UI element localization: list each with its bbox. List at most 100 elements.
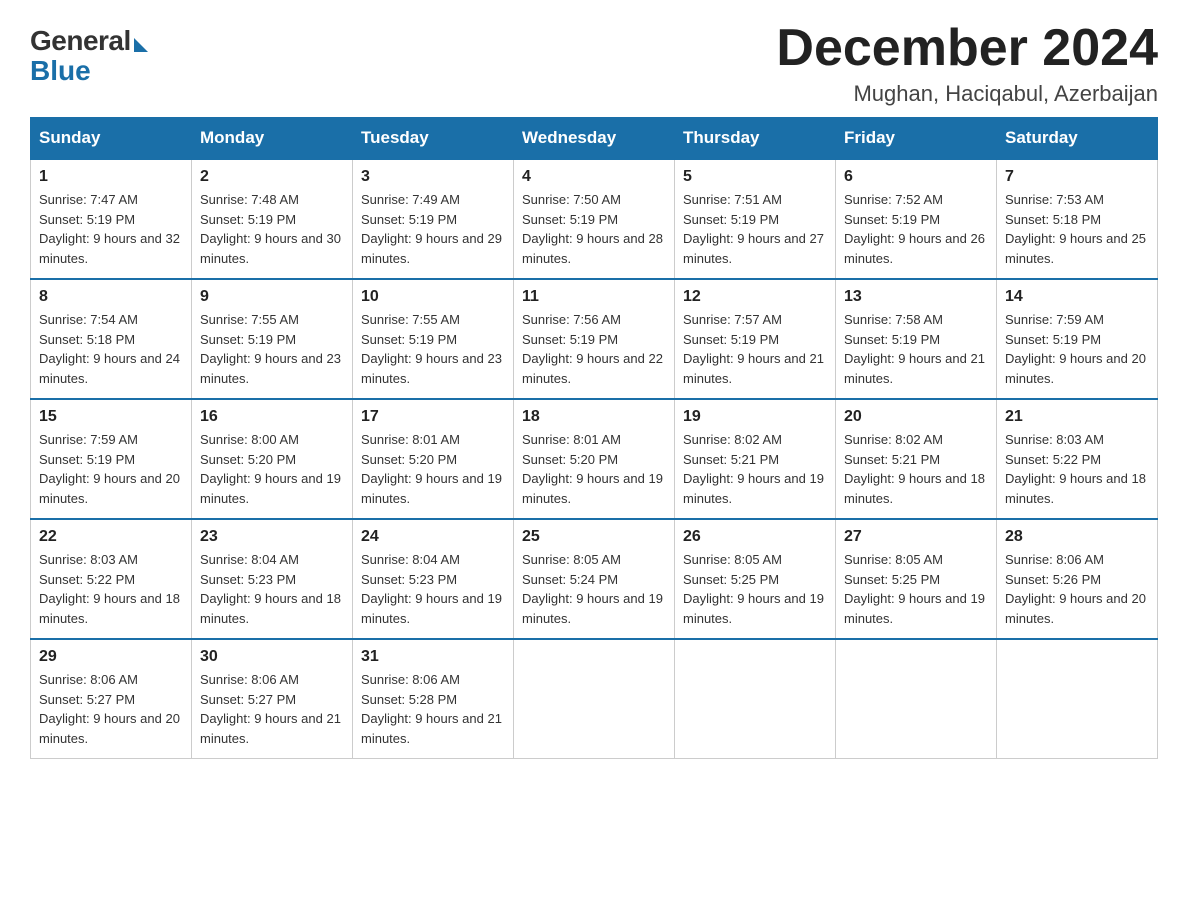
day-info: Sunrise: 8:02 AMSunset: 5:21 PMDaylight:… (844, 430, 988, 508)
day-info: Sunrise: 8:03 AMSunset: 5:22 PMDaylight:… (1005, 430, 1149, 508)
day-number: 19 (683, 408, 827, 426)
calendar-day-cell: 8Sunrise: 7:54 AMSunset: 5:18 PMDaylight… (31, 279, 192, 399)
calendar-week-row: 1 Sunrise: 7:47 AMSunset: 5:19 PMDaylight… (31, 159, 1158, 279)
day-info: Sunrise: 8:01 AMSunset: 5:20 PMDaylight:… (361, 430, 505, 508)
logo: General Blue (30, 20, 148, 87)
day-number: 15 (39, 408, 183, 426)
calendar-day-cell: 23 Sunrise: 8:04 AMSunset: 5:23 PMDayligh… (192, 519, 353, 639)
day-number: 7 (1005, 168, 1149, 186)
day-info: Sunrise: 8:00 AMSunset: 5:20 PMDaylight:… (200, 430, 344, 508)
day-info: Sunrise: 7:50 AMSunset: 5:19 PMDaylight:… (522, 190, 666, 268)
day-info: Sunrise: 8:04 AMSunset: 5:23 PMDaylight:… (361, 550, 505, 628)
day-info: Sunrise: 7:57 AMSunset: 5:19 PMDaylight:… (683, 310, 827, 388)
calendar-day-cell: 4 Sunrise: 7:50 AMSunset: 5:19 PMDaylight… (514, 159, 675, 279)
day-info: Sunrise: 7:56 AMSunset: 5:19 PMDaylight:… (522, 310, 666, 388)
calendar-day-cell: 6Sunrise: 7:52 AMSunset: 5:19 PMDaylight… (836, 159, 997, 279)
calendar-day-cell: 16 Sunrise: 8:00 AMSunset: 5:20 PMDayligh… (192, 399, 353, 519)
location-title: Mughan, Haciqabul, Azerbaijan (776, 81, 1158, 107)
day-number: 1 (39, 168, 183, 186)
day-info: Sunrise: 7:49 AMSunset: 5:19 PMDaylight:… (361, 190, 505, 268)
day-info: Sunrise: 8:06 AMSunset: 5:28 PMDaylight:… (361, 670, 505, 748)
logo-arrow-icon (134, 38, 148, 52)
header-wednesday: Wednesday (514, 118, 675, 160)
header-saturday: Saturday (997, 118, 1158, 160)
day-info: Sunrise: 8:01 AMSunset: 5:20 PMDaylight:… (522, 430, 666, 508)
calendar-day-cell: 13Sunrise: 7:58 AMSunset: 5:19 PMDayligh… (836, 279, 997, 399)
day-number: 16 (200, 408, 344, 426)
header-sunday: Sunday (31, 118, 192, 160)
calendar-day-cell: 28Sunrise: 8:06 AMSunset: 5:26 PMDayligh… (997, 519, 1158, 639)
calendar-week-row: 22 Sunrise: 8:03 AMSunset: 5:22 PMDayligh… (31, 519, 1158, 639)
day-number: 18 (522, 408, 666, 426)
title-block: December 2024 Mughan, Haciqabul, Azerbai… (776, 20, 1158, 107)
day-number: 25 (522, 528, 666, 546)
calendar-day-cell: 21 Sunrise: 8:03 AMSunset: 5:22 PMDayligh… (997, 399, 1158, 519)
calendar-day-cell: 10 Sunrise: 7:55 AMSunset: 5:19 PMDayligh… (353, 279, 514, 399)
day-info: Sunrise: 7:52 AMSunset: 5:19 PMDaylight:… (844, 190, 988, 268)
day-number: 22 (39, 528, 183, 546)
calendar-day-cell: 1 Sunrise: 7:47 AMSunset: 5:19 PMDaylight… (31, 159, 192, 279)
calendar-day-cell: 9Sunrise: 7:55 AMSunset: 5:19 PMDaylight… (192, 279, 353, 399)
calendar-week-row: 15 Sunrise: 7:59 AMSunset: 5:19 PMDayligh… (31, 399, 1158, 519)
calendar-day-cell: 3 Sunrise: 7:49 AMSunset: 5:19 PMDaylight… (353, 159, 514, 279)
header-monday: Monday (192, 118, 353, 160)
day-number: 11 (522, 288, 666, 306)
calendar-day-cell: 5Sunrise: 7:51 AMSunset: 5:19 PMDaylight… (675, 159, 836, 279)
calendar-day-cell: 26 Sunrise: 8:05 AMSunset: 5:25 PMDayligh… (675, 519, 836, 639)
day-info: Sunrise: 7:55 AMSunset: 5:19 PMDaylight:… (361, 310, 505, 388)
day-number: 27 (844, 528, 988, 546)
day-info: Sunrise: 8:05 AMSunset: 5:25 PMDaylight:… (844, 550, 988, 628)
day-info: Sunrise: 7:51 AMSunset: 5:19 PMDaylight:… (683, 190, 827, 268)
day-info: Sunrise: 8:05 AMSunset: 5:24 PMDaylight:… (522, 550, 666, 628)
calendar-header-row: SundayMondayTuesdayWednesdayThursdayFrid… (31, 118, 1158, 160)
day-info: Sunrise: 8:04 AMSunset: 5:23 PMDaylight:… (200, 550, 344, 628)
calendar-day-cell: 30 Sunrise: 8:06 AMSunset: 5:27 PMDayligh… (192, 639, 353, 759)
day-info: Sunrise: 7:48 AMSunset: 5:19 PMDaylight:… (200, 190, 344, 268)
calendar-day-cell: 2 Sunrise: 7:48 AMSunset: 5:19 PMDaylight… (192, 159, 353, 279)
calendar-day-cell: 19 Sunrise: 8:02 AMSunset: 5:21 PMDayligh… (675, 399, 836, 519)
day-info: Sunrise: 7:47 AMSunset: 5:19 PMDaylight:… (39, 190, 183, 268)
day-number: 2 (200, 168, 344, 186)
calendar-empty-cell (675, 639, 836, 759)
day-number: 29 (39, 648, 183, 666)
calendar-day-cell: 27 Sunrise: 8:05 AMSunset: 5:25 PMDayligh… (836, 519, 997, 639)
month-title: December 2024 (776, 20, 1158, 77)
header-tuesday: Tuesday (353, 118, 514, 160)
calendar-day-cell: 22 Sunrise: 8:03 AMSunset: 5:22 PMDayligh… (31, 519, 192, 639)
day-number: 9 (200, 288, 344, 306)
day-number: 8 (39, 288, 183, 306)
day-number: 26 (683, 528, 827, 546)
calendar-day-cell: 20Sunrise: 8:02 AMSunset: 5:21 PMDayligh… (836, 399, 997, 519)
day-number: 4 (522, 168, 666, 186)
day-info: Sunrise: 7:58 AMSunset: 5:19 PMDaylight:… (844, 310, 988, 388)
calendar-day-cell: 18 Sunrise: 8:01 AMSunset: 5:20 PMDayligh… (514, 399, 675, 519)
day-number: 21 (1005, 408, 1149, 426)
header-thursday: Thursday (675, 118, 836, 160)
calendar-day-cell: 25 Sunrise: 8:05 AMSunset: 5:24 PMDayligh… (514, 519, 675, 639)
day-info: Sunrise: 8:06 AMSunset: 5:27 PMDaylight:… (200, 670, 344, 748)
day-info: Sunrise: 8:05 AMSunset: 5:25 PMDaylight:… (683, 550, 827, 628)
calendar-day-cell: 14Sunrise: 7:59 AMSunset: 5:19 PMDayligh… (997, 279, 1158, 399)
calendar-day-cell: 17 Sunrise: 8:01 AMSunset: 5:20 PMDayligh… (353, 399, 514, 519)
calendar-week-row: 8Sunrise: 7:54 AMSunset: 5:18 PMDaylight… (31, 279, 1158, 399)
day-info: Sunrise: 8:02 AMSunset: 5:21 PMDaylight:… (683, 430, 827, 508)
day-number: 14 (1005, 288, 1149, 306)
day-number: 31 (361, 648, 505, 666)
page-header: General Blue December 2024 Mughan, Haciq… (30, 20, 1158, 107)
day-info: Sunrise: 8:06 AMSunset: 5:26 PMDaylight:… (1005, 550, 1149, 628)
day-number: 10 (361, 288, 505, 306)
calendar-day-cell: 11 Sunrise: 7:56 AMSunset: 5:19 PMDayligh… (514, 279, 675, 399)
day-number: 23 (200, 528, 344, 546)
calendar-empty-cell (836, 639, 997, 759)
logo-blue-text: Blue (30, 55, 91, 87)
day-number: 30 (200, 648, 344, 666)
day-info: Sunrise: 7:59 AMSunset: 5:19 PMDaylight:… (39, 430, 183, 508)
day-info: Sunrise: 8:03 AMSunset: 5:22 PMDaylight:… (39, 550, 183, 628)
day-info: Sunrise: 8:06 AMSunset: 5:27 PMDaylight:… (39, 670, 183, 748)
calendar-day-cell: 15 Sunrise: 7:59 AMSunset: 5:19 PMDayligh… (31, 399, 192, 519)
day-number: 17 (361, 408, 505, 426)
calendar-day-cell: 7Sunrise: 7:53 AMSunset: 5:18 PMDaylight… (997, 159, 1158, 279)
logo-general-text: General (30, 25, 131, 57)
day-number: 12 (683, 288, 827, 306)
day-number: 3 (361, 168, 505, 186)
